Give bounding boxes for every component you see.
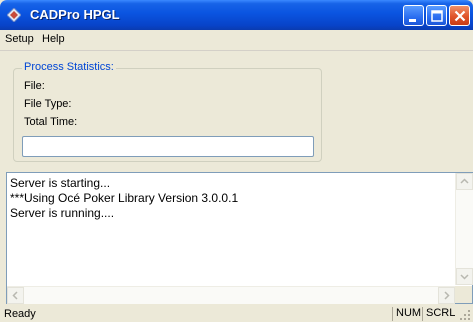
- vertical-scrollbar[interactable]: [455, 173, 473, 285]
- app-icon: [7, 8, 21, 22]
- scrollbar-corner: [455, 286, 472, 303]
- maximize-icon: [431, 10, 443, 22]
- title-bar[interactable]: CADPro HPGL: [0, 0, 473, 30]
- log-line: Server is running....: [10, 206, 115, 220]
- status-bar: Ready NUM SCRL: [0, 306, 473, 322]
- file-type-label: File Type:: [24, 98, 72, 110]
- progress-field[interactable]: [22, 136, 314, 157]
- status-text: Ready: [4, 308, 36, 320]
- horizontal-scrollbar[interactable]: [7, 286, 455, 304]
- log-output[interactable]: Server is starting... ***Using Océ Poker…: [6, 172, 473, 304]
- scroll-down-button[interactable]: [456, 268, 473, 285]
- file-label: File:: [24, 80, 45, 92]
- menu-help[interactable]: Help: [42, 33, 65, 45]
- process-statistics-legend: Process Statistics:: [22, 61, 116, 73]
- chevron-left-icon: [12, 291, 18, 300]
- total-time-label: Total Time:: [24, 116, 78, 128]
- scroll-left-button[interactable]: [7, 287, 24, 304]
- log-line: Server is starting...: [10, 176, 111, 190]
- chevron-right-icon: [444, 291, 450, 300]
- window-title: CADPro HPGL: [30, 7, 120, 22]
- scroll-lock-indicator: SCRL: [422, 307, 456, 321]
- num-lock-indicator: NUM: [392, 307, 422, 321]
- chevron-down-icon: [460, 274, 469, 280]
- close-button[interactable]: [449, 5, 470, 26]
- minimize-icon: [409, 19, 416, 22]
- resize-grip-icon[interactable]: [458, 308, 471, 321]
- scroll-right-button[interactable]: [438, 287, 455, 304]
- menu-setup[interactable]: Setup: [5, 33, 34, 45]
- app-window: CADPro HPGL Setup Help Process Statistic…: [0, 0, 473, 322]
- chevron-up-icon: [460, 178, 469, 184]
- minimize-button[interactable]: [403, 5, 424, 26]
- menu-bar: Setup Help: [0, 30, 473, 51]
- maximize-button[interactable]: [426, 5, 447, 26]
- close-icon: [454, 10, 466, 22]
- log-line: ***Using Océ Poker Library Version 3.0.0…: [10, 191, 239, 205]
- scroll-up-button[interactable]: [456, 173, 473, 190]
